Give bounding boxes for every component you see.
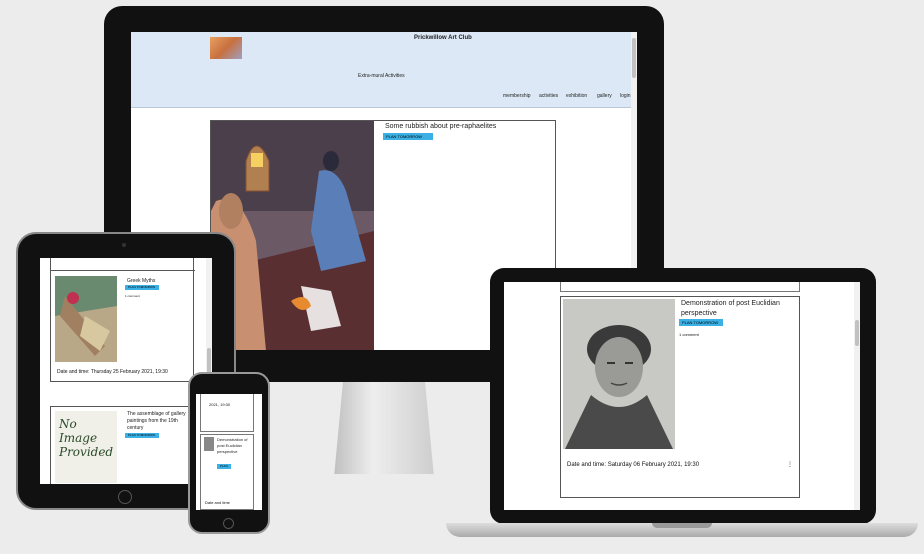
gallery-post-tag[interactable]: PLAN TOMORROW — [125, 433, 159, 438]
nav-login[interactable]: login — [620, 93, 631, 99]
laptop-post-card[interactable]: Demonstration of post Euclidian perspect… — [560, 296, 800, 498]
phone-post-title[interactable]: Demonstration of post Euclidian perspect… — [217, 437, 253, 455]
site-subtitle: Extra-mural Activities — [358, 73, 405, 79]
tablet-home-button[interactable] — [118, 490, 132, 504]
laptop-post-menu-icon[interactable]: ⋮ — [787, 461, 793, 468]
greek-myths-image[interactable] — [55, 276, 117, 362]
laptop: Demonstration of post Euclidian perspect… — [446, 268, 918, 540]
tablet-card-1[interactable]: Greek Myths PLAN TOMORROW 1 comment Date… — [50, 258, 195, 382]
phone-date-fragment: 2021, 19:30 — [209, 402, 231, 407]
phone-footer-text: Date and time — [205, 500, 230, 505]
greek-myths-title[interactable]: Greek Myths — [127, 278, 155, 284]
laptop-screen: Demonstration of post Euclidian perspect… — [504, 282, 860, 510]
laptop-scrollbar[interactable] — [854, 282, 860, 510]
post-title[interactable]: Some rubbish about pre-raphaelites — [385, 123, 496, 130]
phone-post-image[interactable] — [204, 437, 214, 451]
site-title: Prickwillow Art Club — [414, 35, 472, 41]
nav-gallery[interactable]: gallery — [597, 93, 612, 99]
tablet-card-2[interactable]: No Image Provided The assemblage of gall… — [50, 406, 194, 484]
laptop-post-tag[interactable]: PLAN TOMORROW — [679, 319, 723, 326]
greek-myths-tag[interactable]: PLAN TOMORROW — [125, 285, 159, 290]
monitor-stand — [334, 382, 434, 474]
phone-post-tag[interactable]: PLAN — [217, 464, 231, 469]
greek-myths-date: Date and time: Thursday 25 February 2021… — [57, 369, 168, 375]
portrait-image[interactable] — [563, 299, 675, 449]
greek-myths-comments[interactable]: 1 comment — [125, 294, 140, 298]
no-image-text: No Image Provided — [59, 417, 114, 459]
tablet-screen: Greek Myths PLAN TOMORROW 1 comment Date… — [40, 258, 212, 484]
nav-activities[interactable]: activities — [539, 93, 558, 99]
laptop-notch — [652, 523, 712, 528]
phone-home-button[interactable] — [223, 518, 234, 529]
nav-exhibition[interactable]: exhibition — [566, 93, 587, 99]
site-logo[interactable] — [210, 37, 242, 59]
phone: 2021, 19:30 Demonstration of post Euclid… — [188, 372, 270, 534]
gallery-post-title[interactable]: The assemblage of gallery paintings from… — [127, 411, 193, 432]
post-tag[interactable]: PLAN TOMORROW — [383, 133, 433, 140]
laptop-post-date: Date and time: Saturday 06 February 2021… — [567, 462, 700, 468]
tablet-camera — [122, 243, 126, 247]
phone-card-top[interactable]: 2021, 19:30 — [200, 394, 254, 432]
phone-card-post[interactable]: Demonstration of post Euclidian perspect… — [200, 434, 254, 510]
laptop-card-prev[interactable] — [560, 282, 800, 292]
laptop-post-comments[interactable]: 1 comment — [679, 332, 699, 337]
laptop-post-title[interactable]: Demonstration of post Euclidian perspect… — [681, 299, 799, 319]
site-header: Prickwillow Art Club Extra-mural Activit… — [131, 32, 631, 108]
nav-membership[interactable]: membership — [503, 93, 531, 99]
phone-screen: 2021, 19:30 Demonstration of post Euclid… — [196, 394, 262, 510]
